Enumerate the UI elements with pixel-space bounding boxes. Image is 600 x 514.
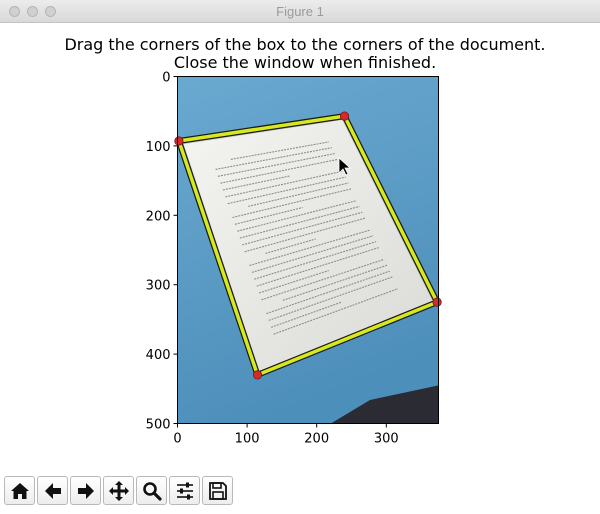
corner-handle[interactable] — [252, 370, 263, 380]
y-tick-label: 500 — [146, 418, 171, 433]
x-tick-label: 200 — [304, 432, 329, 447]
corner-handle[interactable] — [339, 111, 350, 121]
subplots-config-icon — [176, 482, 193, 499]
back-button[interactable] — [37, 476, 68, 505]
home-button[interactable] — [4, 476, 35, 505]
zoom-icon — [142, 481, 162, 501]
forward-arrow-icon — [77, 482, 94, 499]
save-icon — [208, 481, 227, 500]
y-tick-label: 300 — [146, 279, 171, 294]
zoom-button[interactable] — [136, 476, 167, 505]
configure-subplots-button[interactable] — [169, 476, 200, 505]
pan-icon — [108, 480, 129, 501]
home-icon — [10, 482, 29, 499]
pan-button[interactable] — [103, 476, 134, 505]
y-tick-label: 400 — [146, 348, 171, 363]
y-tick-label: 100 — [146, 140, 171, 155]
figure-canvas[interactable]: 0 100 200 300 0 100 200 300 400 500 — [0, 0, 600, 514]
x-tick-label: 100 — [235, 432, 260, 447]
y-tick-label: 0 — [162, 71, 170, 86]
x-tick-label: 0 — [173, 432, 181, 447]
y-tick-label: 200 — [146, 209, 171, 224]
back-arrow-icon — [44, 482, 61, 499]
figure-window: Figure 1 Drag the corners of the box to … — [0, 0, 600, 514]
save-button[interactable] — [202, 476, 233, 505]
corner-handle[interactable] — [174, 136, 184, 146]
x-tick-label: 300 — [374, 432, 399, 447]
corner-handle[interactable] — [432, 297, 442, 307]
navigation-toolbar — [4, 476, 233, 506]
forward-button[interactable] — [70, 476, 101, 505]
